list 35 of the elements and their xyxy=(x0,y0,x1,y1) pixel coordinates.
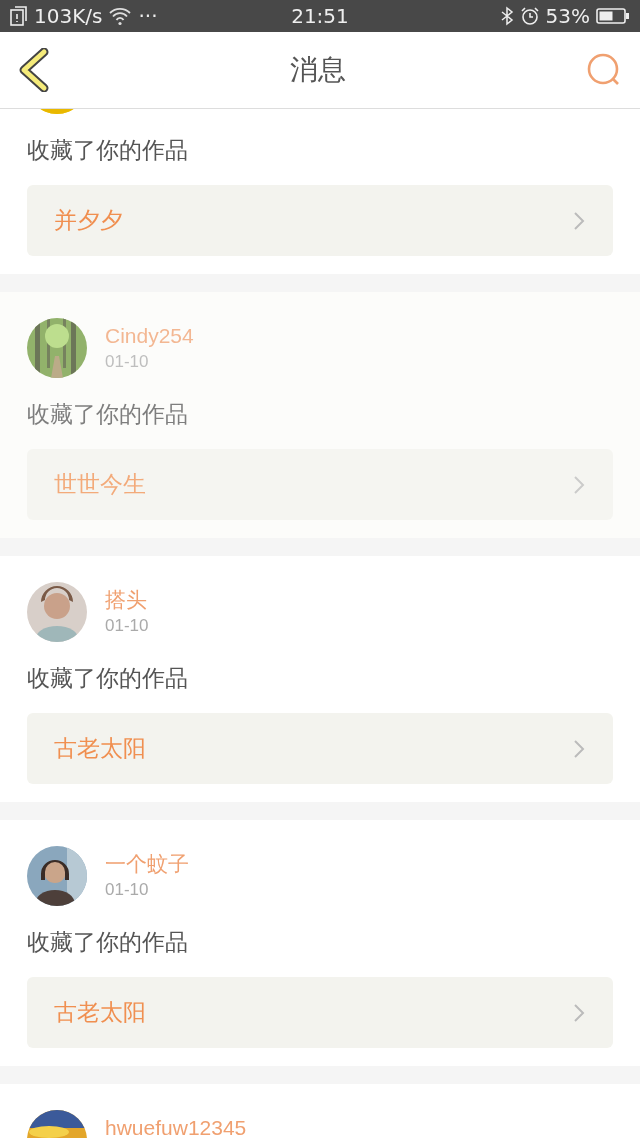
page-title: 消息 xyxy=(290,52,346,88)
work-title: 并夕夕 xyxy=(54,206,123,235)
date-label: 01-10 xyxy=(105,880,150,900)
work-link[interactable]: 古老太阳 xyxy=(27,977,613,1048)
network-speed: 103K/s xyxy=(34,4,103,28)
message-text: 收藏了你的作品 xyxy=(27,664,189,693)
work-link[interactable]: 世世今生 xyxy=(27,449,613,520)
work-link[interactable]: 并夕夕 xyxy=(27,185,613,256)
bluetooth-icon xyxy=(499,6,514,26)
sim-card-icon xyxy=(10,6,28,26)
user-name[interactable]: 搭头 xyxy=(105,588,149,612)
date-label: 01-10 xyxy=(105,352,150,372)
chevron-right-icon xyxy=(573,738,585,759)
user-name[interactable]: Cindy254 xyxy=(105,324,194,348)
chevron-right-icon xyxy=(573,474,585,495)
alarm-icon xyxy=(519,6,540,26)
clock: 21:51 xyxy=(291,4,349,28)
user-name[interactable]: hwuefuw12345 xyxy=(105,1116,247,1138)
chevron-right-icon xyxy=(573,1002,585,1023)
work-title: 古老太阳 xyxy=(54,998,146,1027)
back-icon[interactable] xyxy=(18,48,50,92)
message-card[interactable]: Cindy254 01-10 收藏了你的作品 世世今生 xyxy=(0,292,640,538)
work-link[interactable]: 古老太阳 xyxy=(27,713,613,784)
date-label: 01-10 xyxy=(105,616,149,636)
battery-icon xyxy=(596,7,630,25)
user-name[interactable]: 一个蚊子 xyxy=(105,852,189,876)
more-dots: ··· xyxy=(138,4,158,28)
chevron-right-icon xyxy=(573,210,585,231)
message-text: 收藏了你的作品 xyxy=(27,928,189,957)
message-text: 收藏了你的作品 xyxy=(27,400,189,429)
battery-percent: 53% xyxy=(545,4,590,28)
wifi-icon xyxy=(108,6,133,26)
work-title: 古老太阳 xyxy=(54,734,146,763)
message-text: 收藏了你的作品 xyxy=(27,136,189,165)
work-title: 世世今生 xyxy=(54,470,146,499)
